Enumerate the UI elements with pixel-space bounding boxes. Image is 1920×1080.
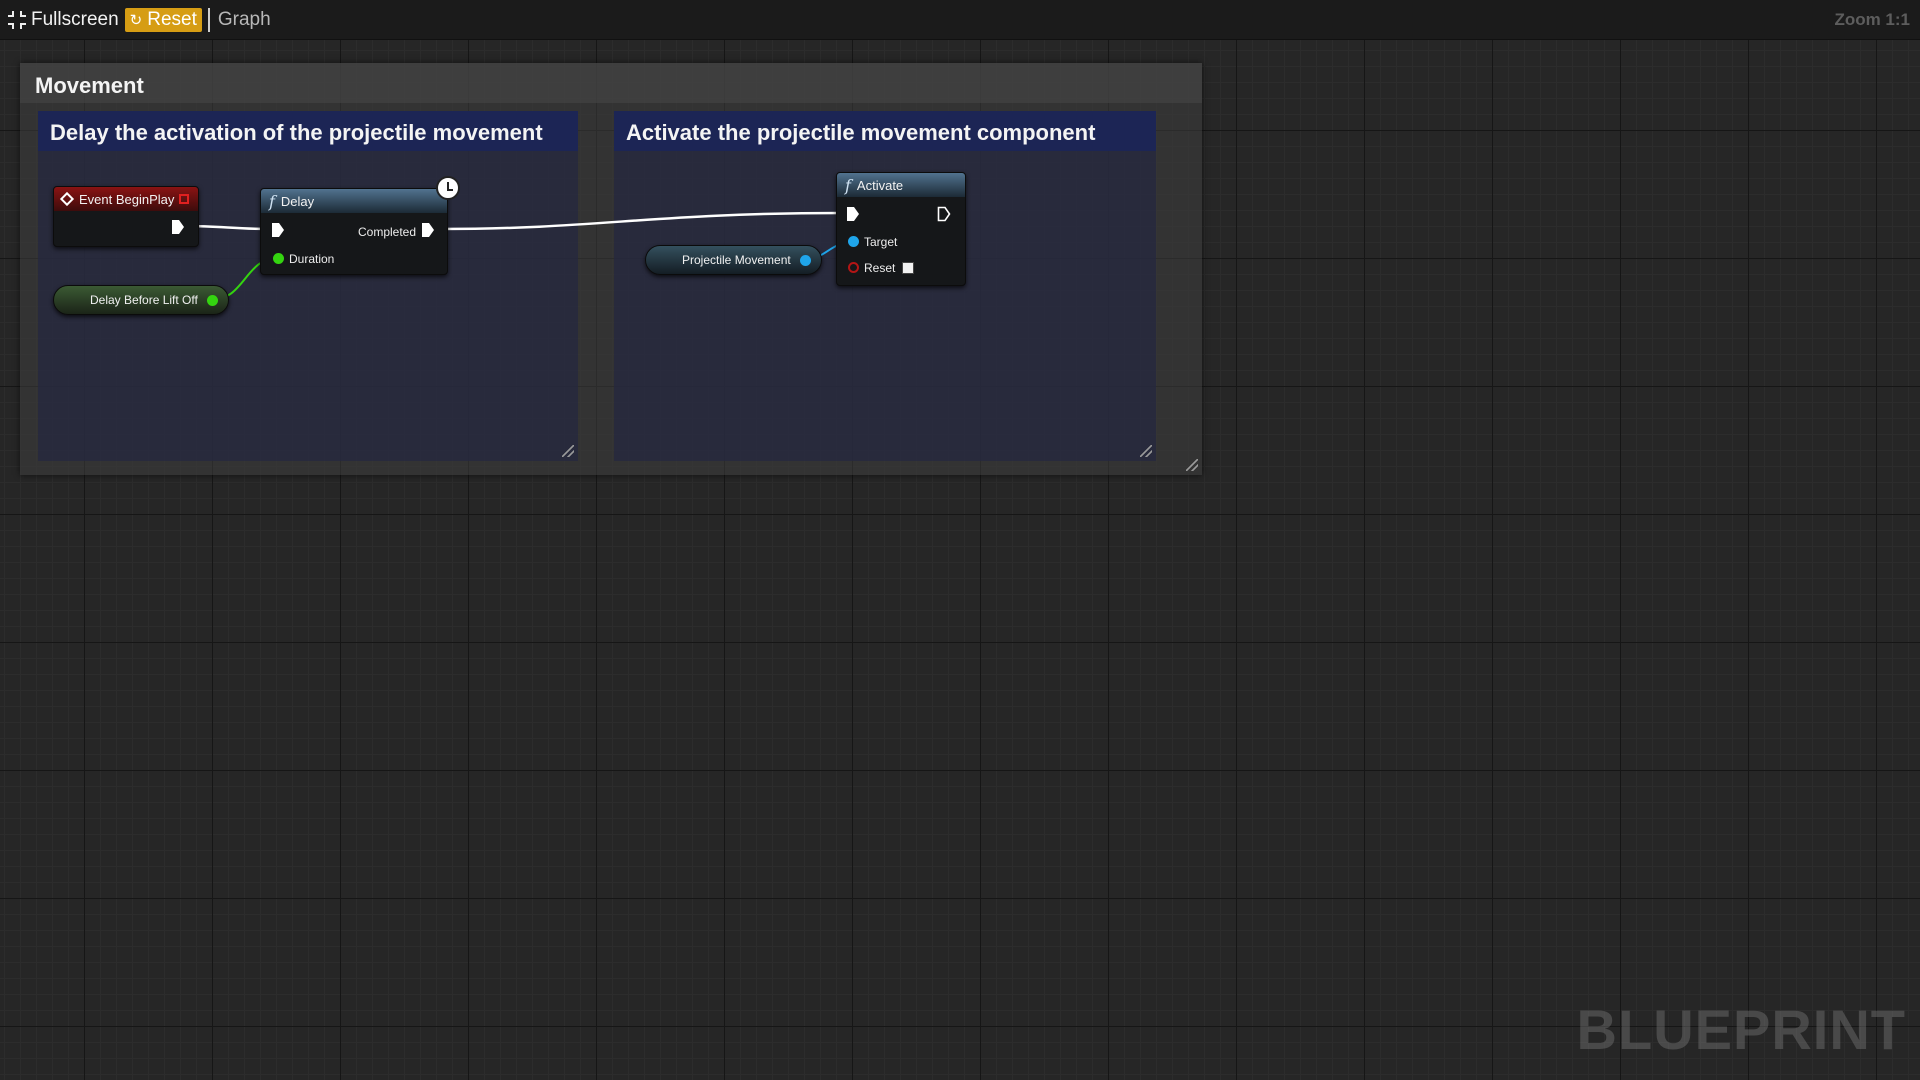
event-beginplay-header: Event BeginPlay [54,187,198,211]
delay-title: Delay [280,193,315,209]
wires-layer [184,211,854,301]
event-beginplay-node[interactable]: Event BeginPlay [53,186,199,247]
activate-title: Activate [856,177,904,193]
clock-icon [436,176,460,200]
target-label: Target [864,235,898,249]
projectile-var-label: Projectile Movement [682,253,791,267]
activate-exec-in-pin[interactable] [846,206,860,222]
reset-checkbox[interactable] [902,262,914,274]
blueprint-watermark: BLUEPRINT [1576,998,1906,1061]
projectile-movement-variable[interactable]: Projectile Movement [645,245,822,275]
function-icon: f [845,175,851,195]
event-diamond-icon [59,191,75,207]
exec-out-pin[interactable] [171,219,185,235]
completed-label: Completed [358,225,417,239]
duration-label: Duration [289,252,335,266]
delay-before-lift-off-variable[interactable]: Delay Before Lift Off [53,285,229,315]
duration-pin[interactable] [273,253,284,264]
activate-node[interactable]: f Activate Target Reset [836,172,966,286]
activate-exec-out-pin[interactable] [937,206,951,222]
delay-header: f Delay [261,189,447,213]
event-beginplay-title: Event BeginPlay [79,191,175,207]
reset-pin[interactable] [848,262,859,273]
delay-exec-in-pin[interactable] [271,222,285,238]
target-pin[interactable] [848,236,859,247]
delay-completed-pin[interactable] [421,222,435,238]
function-icon: f [269,191,275,211]
projectile-var-output-pin[interactable] [800,255,811,266]
delay-var-output-pin[interactable] [207,295,218,306]
delay-node[interactable]: f Delay Completed Duration [260,188,448,275]
delay-var-label: Delay Before Lift Off [90,293,198,307]
activate-header: f Activate [837,173,965,197]
delegate-pin-icon[interactable] [179,194,190,204]
exec-wire-delay-activate [439,211,844,231]
reset-pin-label: Reset [864,261,896,275]
